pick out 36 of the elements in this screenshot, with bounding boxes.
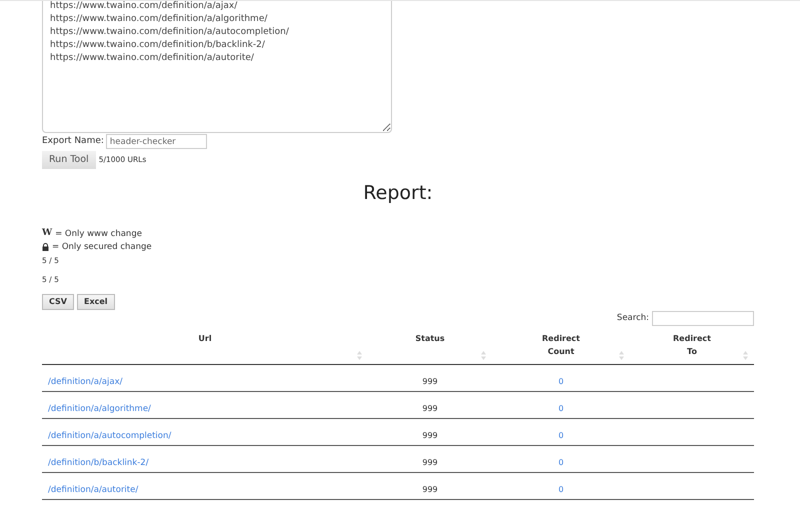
status-code: 999	[422, 430, 438, 440]
status-code: 999	[422, 376, 438, 386]
status-code: 999	[422, 458, 438, 466]
legend-text: = Only secured change	[52, 240, 152, 254]
legend-text: = Only www change	[55, 228, 142, 240]
column-header[interactable]: Url	[198, 332, 212, 345]
www-icon: W	[42, 227, 52, 241]
export-name-label: Export Name:	[42, 134, 104, 148]
url-link[interactable]: /definition/b/backlink-2/	[48, 458, 149, 468]
run-tool-button[interactable]: Run Tool	[42, 151, 96, 169]
report-title: Report:	[363, 181, 433, 206]
column-header[interactable]: Redirect To	[672, 332, 712, 358]
redirect-count-link[interactable]: 0	[558, 458, 564, 466]
export-button[interactable]: Excel	[76, 294, 115, 310]
url-link[interactable]: /definition/a/autorite/	[48, 484, 138, 494]
search-field[interactable]	[652, 311, 754, 326]
sort-icon[interactable]	[481, 351, 486, 360]
sort-icon[interactable]	[357, 351, 362, 360]
url-link[interactable]: /definition/a/ajax/	[48, 376, 122, 386]
redirect-count-link[interactable]: 0	[558, 376, 564, 386]
sort-icon[interactable]	[619, 351, 624, 360]
url-link[interactable]: /definition/a/autocompletion/	[48, 430, 172, 440]
export-name-field[interactable]: header-checker	[106, 134, 207, 149]
redirect-count-link[interactable]: 0	[558, 430, 564, 440]
url-link[interactable]: /definition/a/algorithme/	[48, 404, 151, 414]
export-button[interactable]: CSV	[42, 294, 74, 310]
lock-icon	[42, 243, 49, 251]
column-header[interactable]: Redirect Count	[541, 332, 581, 358]
sort-icon[interactable]	[743, 351, 748, 360]
column-header[interactable]: Status	[415, 332, 445, 345]
status-code: 999	[422, 484, 438, 494]
redirect-count-link[interactable]: 0	[558, 404, 564, 412]
redirect-count-link[interactable]: 0	[558, 484, 564, 494]
status-code: 999	[422, 404, 438, 412]
search-label: Search:	[616, 312, 649, 325]
url-input-field[interactable]: https://www.twaino.com/definition/a/ajax/ https://www.twaino.com/definition/a/algorithme/ https://www.twaino.com/definition/a/autocompletion/ https://www.twaino.com/definition/b/backlink-2/ https://www.twaino.com/definition/a/autorite/	[42, 1, 392, 133]
